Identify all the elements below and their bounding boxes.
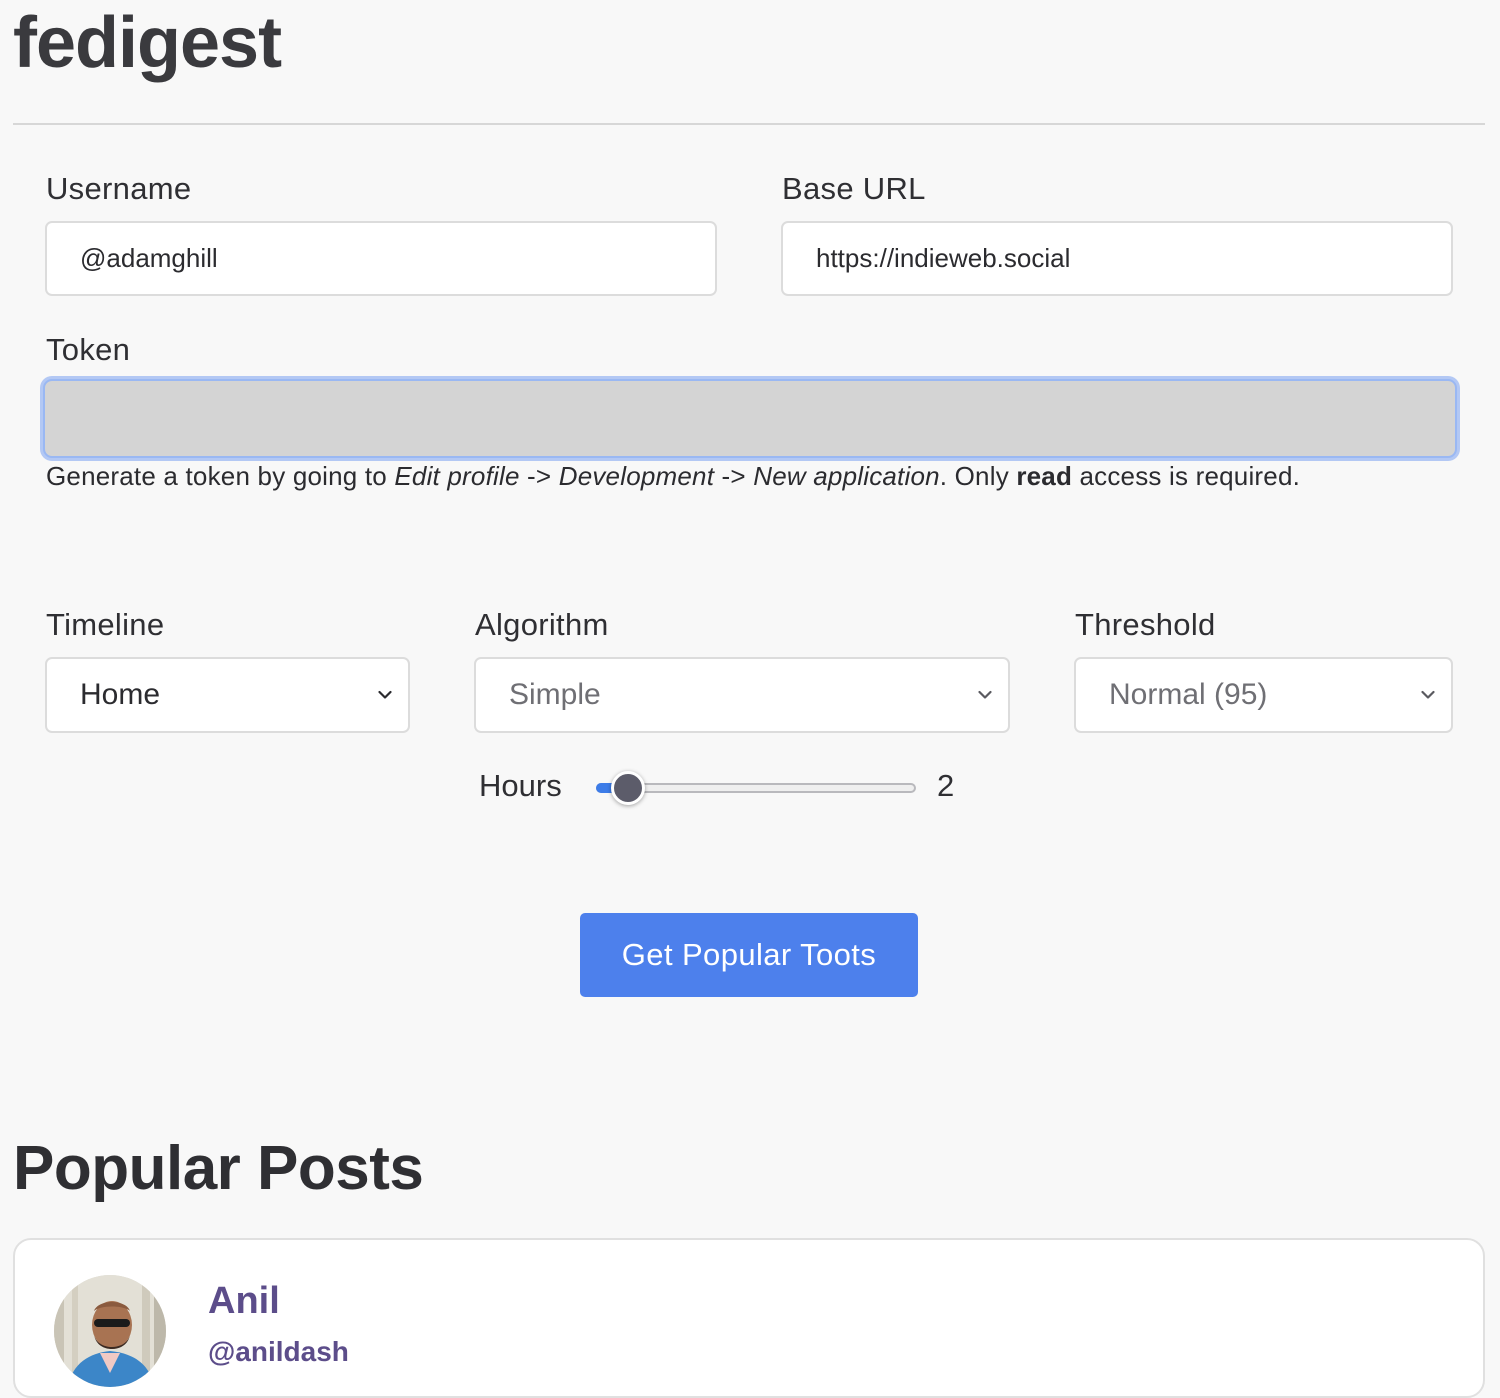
help-step-edit-profile: Edit profile (394, 461, 520, 491)
help-middle: . Only (939, 461, 1017, 491)
threshold-select[interactable]: Normal (95) (1074, 657, 1453, 733)
timeline-selected: Home (80, 678, 161, 711)
popular-posts-title: Popular Posts (13, 1134, 424, 1203)
header-divider (13, 123, 1485, 125)
username-value: @adamghill (80, 243, 218, 273)
hours-label: Hours (479, 768, 562, 803)
algorithm-label: Algorithm (475, 607, 609, 642)
username-input[interactable]: @adamghill (45, 221, 717, 296)
base-url-value: https://indieweb.social (816, 243, 1071, 273)
help-arrow: -> (714, 461, 754, 491)
token-label: Token (46, 332, 131, 367)
username-label: Username (46, 171, 192, 206)
threshold-label: Threshold (1075, 607, 1216, 642)
help-arrow: -> (519, 461, 559, 491)
chevron-down-icon (970, 690, 1000, 700)
hours-slider[interactable] (596, 771, 918, 807)
help-suffix: access is required. (1072, 461, 1301, 491)
help-step-new-application: New application (753, 461, 940, 491)
user-avatar-photo[interactable] (54, 1275, 166, 1387)
help-access-read: read (1016, 461, 1073, 491)
timeline-select[interactable]: Home (45, 657, 410, 733)
algorithm-selected: Simple (509, 678, 601, 711)
post-author-name[interactable]: Anil (208, 1280, 280, 1323)
slider-thumb[interactable] (611, 771, 645, 805)
chevron-down-icon (370, 690, 400, 700)
timeline-label: Timeline (46, 607, 165, 642)
base-url-input[interactable]: https://indieweb.social (781, 221, 1453, 296)
help-step-development: Development (558, 461, 715, 491)
token-input[interactable] (43, 379, 1457, 458)
app-title: fedigest (13, 3, 282, 83)
algorithm-select[interactable]: Simple (474, 657, 1010, 733)
chevron-down-icon (1413, 690, 1443, 700)
get-popular-toots-button[interactable]: Get Popular Toots (580, 913, 918, 997)
token-help-text: Generate a token by going to Edit profil… (46, 461, 1300, 492)
post-author-handle[interactable]: @anildash (208, 1336, 349, 1368)
help-prefix: Generate a token by going to (46, 461, 395, 491)
base-url-label: Base URL (782, 171, 926, 206)
hours-value: 2 (937, 768, 955, 803)
threshold-selected: Normal (95) (1109, 678, 1268, 711)
